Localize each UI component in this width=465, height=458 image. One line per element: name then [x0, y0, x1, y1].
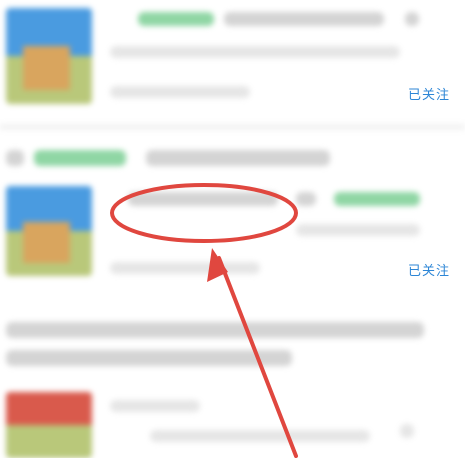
annotation-overlay: [110, 183, 298, 458]
pointer-arrow-shaft: [217, 256, 298, 458]
highlight-circle: [110, 183, 298, 243]
